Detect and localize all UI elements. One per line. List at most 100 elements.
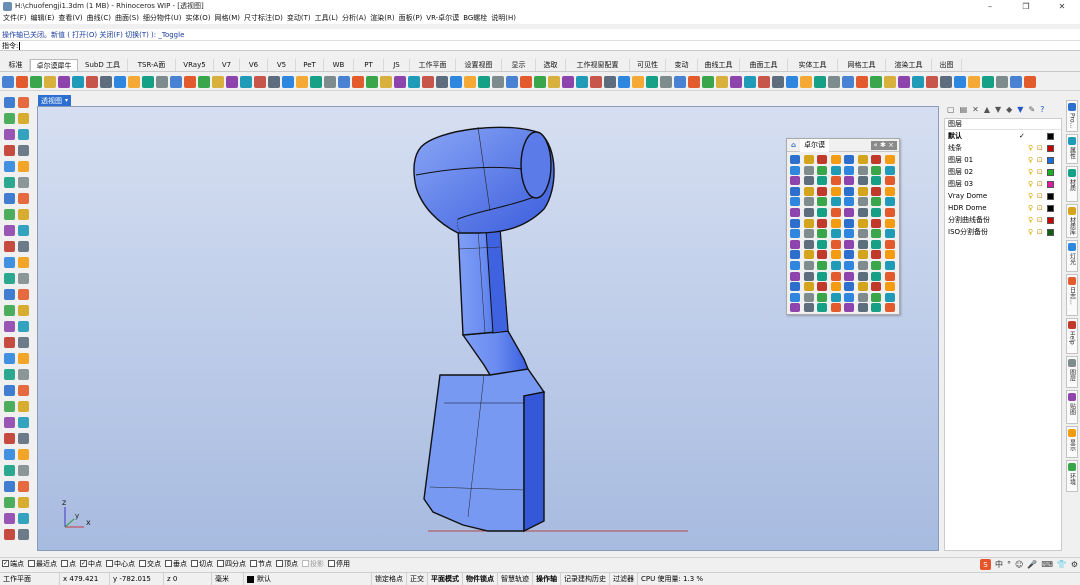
osnap-checkbox[interactable] [191, 560, 198, 567]
panel-tool-icon[interactable] [871, 282, 881, 292]
menu-item[interactable]: 文件(F) [3, 13, 31, 23]
status-toggle[interactable]: 平面模式 [428, 572, 463, 585]
left-tool-icon[interactable] [4, 289, 15, 300]
layer-visibility-bulb-icon[interactable]: ♀ [1028, 168, 1033, 176]
osnap-option[interactable]: 垂点 [165, 559, 187, 569]
tray-icon[interactable]: ⚙ [1071, 560, 1078, 569]
panel-tool-icon[interactable] [871, 271, 881, 281]
toolbar-tool-icon[interactable] [828, 75, 840, 88]
status-toggle[interactable]: 过滤器 [610, 572, 638, 585]
left-tool-icon[interactable] [18, 209, 29, 220]
toolbar-tool-icon[interactable] [618, 75, 630, 88]
left-tool-icon[interactable] [18, 337, 29, 348]
toolbar-tool-icon[interactable] [968, 75, 980, 88]
toolbar-tool-icon[interactable] [800, 75, 812, 88]
toolbar-tool-icon[interactable] [996, 75, 1008, 88]
status-toggle[interactable]: 记录建构历史 [561, 572, 610, 585]
osnap-option[interactable]: 四分点 [217, 559, 246, 569]
toolbar-tool-icon[interactable] [254, 75, 266, 88]
panel-tool-icon[interactable] [844, 271, 854, 281]
panel-tool-icon[interactable] [803, 239, 814, 249]
menu-item[interactable]: 尺寸标注(D) [244, 13, 287, 23]
panel-tool-icon[interactable] [844, 282, 854, 292]
panel-tool-icon[interactable] [871, 218, 881, 228]
tab[interactable]: JS [384, 59, 410, 71]
toolbar-tool-icon[interactable] [184, 75, 196, 88]
toolbar-tool-icon[interactable] [604, 75, 616, 88]
toolbar-tool-icon[interactable] [128, 75, 140, 88]
panel-tool-icon[interactable] [803, 155, 814, 164]
panel-tool-icon[interactable] [790, 186, 800, 196]
menu-item[interactable]: 变动(T) [287, 13, 315, 23]
panel-tool-icon[interactable] [884, 229, 895, 239]
panel-tool-icon[interactable] [817, 303, 827, 313]
tray-icon[interactable]: 👕 [1057, 560, 1067, 569]
left-tool-icon[interactable] [18, 305, 29, 316]
move-down-icon[interactable]: ▼ [995, 105, 1001, 114]
toolbar-tool-icon[interactable] [16, 75, 28, 88]
panel-tool-icon[interactable] [817, 261, 827, 270]
panel-tool-icon[interactable] [844, 208, 854, 217]
toolbar-tool-icon[interactable] [198, 75, 210, 88]
left-tool-icon[interactable] [18, 145, 29, 156]
osnap-checkbox[interactable] [28, 560, 35, 567]
panel-tool-icon[interactable] [830, 176, 841, 186]
menu-item[interactable]: 网格(M) [215, 13, 245, 23]
panel-tool-icon[interactable] [803, 261, 814, 270]
panel-tool-icon[interactable] [830, 250, 841, 260]
panel-tool-icon[interactable] [884, 250, 895, 260]
layer-color-swatch[interactable] [1047, 192, 1054, 200]
left-tool-icon[interactable] [4, 433, 15, 444]
filter-icon[interactable]: ▼ [1017, 105, 1023, 114]
panel-tool-icon[interactable] [817, 155, 827, 164]
layer-row[interactable]: 线条 ♀ ⊡ [945, 142, 1061, 154]
left-tool-icon[interactable] [4, 497, 15, 508]
left-tool-icon[interactable] [18, 353, 29, 364]
panel-tool-icon[interactable] [790, 208, 800, 217]
panel-tool-icon[interactable] [871, 186, 881, 196]
toolbar-tool-icon[interactable] [464, 75, 476, 88]
tab[interactable]: V6 [240, 59, 268, 71]
layer-row[interactable]: 图层 02 ♀ ⊡ [945, 166, 1061, 178]
panel-tool-icon[interactable] [884, 186, 895, 196]
layer-visibility-bulb-icon[interactable]: ♀ [1028, 156, 1033, 164]
panel-tool-icon[interactable] [884, 261, 895, 270]
side-tab[interactable]: 显示 [1066, 426, 1078, 458]
panel-tool-icon[interactable] [790, 292, 800, 302]
panel-tool-icon[interactable] [844, 197, 854, 207]
toolbar-tool-icon[interactable] [688, 75, 700, 88]
panel-tool-icon[interactable] [790, 271, 800, 281]
panel-tool-icon[interactable] [871, 165, 881, 175]
panel-tool-icon[interactable] [857, 208, 868, 217]
layer-row[interactable]: 默认 ✓ [945, 130, 1061, 142]
side-tab[interactable]: Pro... [1066, 100, 1078, 132]
left-tool-icon[interactable] [4, 369, 15, 380]
layer-visibility-bulb-icon[interactable]: ♀ [1028, 216, 1033, 224]
toolbar-tool-icon[interactable] [394, 75, 406, 88]
left-tool-icon[interactable] [4, 337, 15, 348]
panel-tool-icon[interactable] [857, 271, 868, 281]
toolbar-tool-icon[interactable] [954, 75, 966, 88]
tab[interactable]: 显示 [502, 59, 536, 71]
toolbar-tool-icon[interactable] [814, 75, 826, 88]
panel-tool-icon[interactable] [857, 239, 868, 249]
left-tool-icon[interactable] [18, 321, 29, 332]
side-tab[interactable]: 日志... [1066, 274, 1078, 316]
panel-tool-icon[interactable] [830, 218, 841, 228]
layer-row[interactable]: Vray Dome ♀ ⊡ [945, 190, 1061, 202]
toolbar-tool-icon[interactable] [380, 75, 392, 88]
osnap-option[interactable]: 节点 [250, 559, 272, 569]
status-toggle[interactable]: 操作轴 [533, 572, 561, 585]
layer-row[interactable]: ISO分割备份 ♀ ⊡ [945, 226, 1061, 238]
toolbar-tool-icon[interactable] [296, 75, 308, 88]
toolbar-tool-icon[interactable] [534, 75, 546, 88]
osnap-checkbox[interactable]: ✓ [2, 560, 9, 567]
layer-color-swatch[interactable] [1047, 216, 1054, 224]
panel-tool-icon[interactable] [803, 176, 814, 186]
left-tool-icon[interactable] [18, 401, 29, 412]
layer-visibility-bulb-icon[interactable]: ♀ [1028, 204, 1033, 212]
panel-tool-icon[interactable] [857, 303, 868, 313]
panel-tool-icon[interactable] [803, 218, 814, 228]
tab[interactable]: 渲染工具 [886, 59, 932, 71]
osnap-option[interactable]: 切点 [191, 559, 213, 569]
